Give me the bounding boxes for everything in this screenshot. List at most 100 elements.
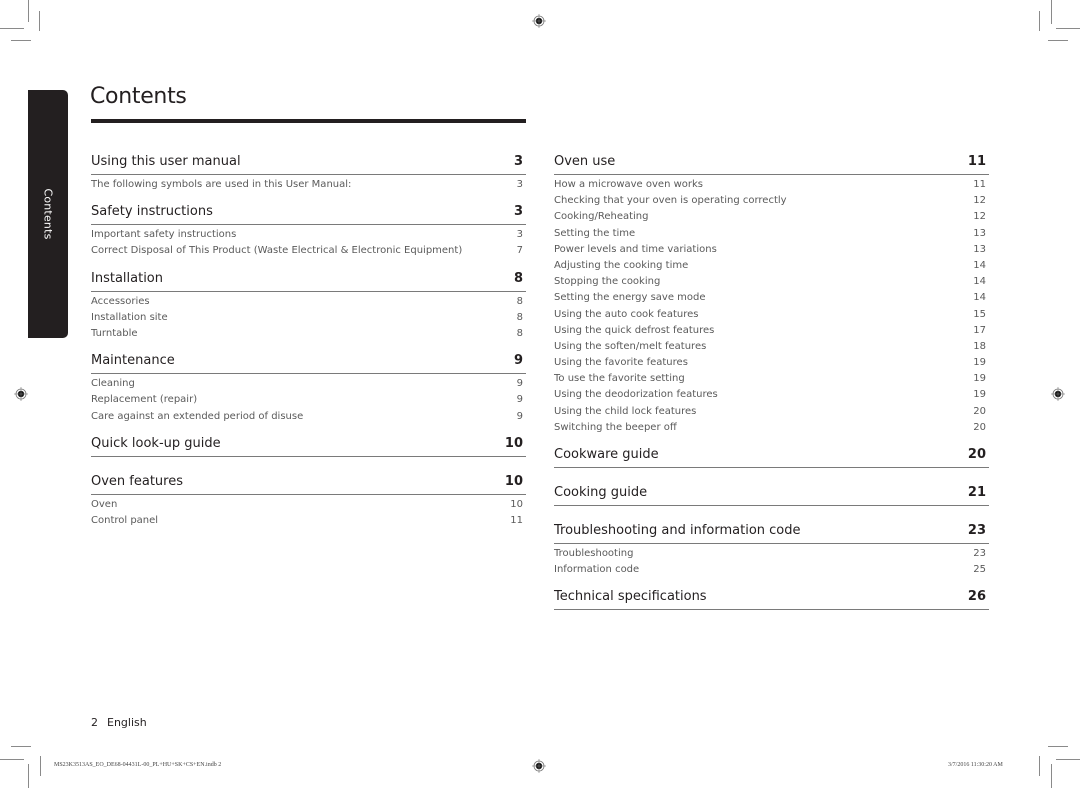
toc-section-heading[interactable]: Installation 8 (91, 269, 526, 292)
toc-section-heading[interactable]: Troubleshooting and information code 23 (554, 521, 989, 544)
entry-title: Correct Disposal of This Product (Waste … (91, 245, 463, 257)
toc-entry[interactable]: Information code 25 (554, 562, 989, 578)
page-title: Contents (90, 84, 187, 109)
toc-section-heading[interactable]: Oven features 10 (91, 472, 526, 495)
toc-entry[interactable]: Switching the beeper off 20 (554, 420, 989, 436)
entry-page-number: 15 (973, 308, 986, 320)
toc-entry[interactable]: Troubleshooting 23 (554, 546, 989, 562)
registration-mark-icon (532, 759, 546, 773)
toc-section-heading[interactable]: Safety instructions 3 (91, 202, 526, 226)
print-timestamp: 3/7/2016 11:30:20 AM (948, 762, 1003, 768)
entry-title: Turntable (91, 327, 138, 339)
crop-mark-top-left (39, 11, 40, 31)
section-title: Using this user manual (91, 154, 241, 169)
toc-entry[interactable]: How a microwave oven works 11 (554, 177, 989, 193)
entry-title: Information code (554, 564, 640, 576)
entry-title: Using the child lock features (554, 405, 697, 417)
entry-title: Adjusting the cooking time (554, 259, 689, 271)
page-number: 2 (91, 716, 98, 729)
toc-section-heading[interactable]: Using this user manual 3 (91, 152, 526, 175)
entry-page-number: 3 (516, 229, 523, 241)
toc-entry[interactable]: Important safety instructions 3 (91, 227, 526, 243)
entry-page-number: 14 (973, 276, 986, 288)
toc-section: Safety instructions 3 Important safety ins… (91, 202, 526, 259)
entry-page-number: 7 (516, 245, 523, 257)
crop-mark-bottom-right (1056, 759, 1080, 760)
toc-section: Troubleshooting and information code 23 Tr… (554, 521, 989, 578)
toc-entry[interactable]: Care against an extended period of disus… (91, 409, 526, 425)
toc-entry[interactable]: Using the soften/melt features 18 (554, 339, 989, 355)
entry-title: Using the soften/melt features (554, 340, 707, 352)
registration-mark-icon (14, 387, 28, 401)
toc-entry[interactable]: Using the quick defrost features 17 (554, 323, 989, 339)
toc-entry[interactable]: Using the deodorization features 19 (554, 387, 989, 403)
entry-title: Oven (91, 498, 118, 510)
toc-entry[interactable]: Setting the time 13 (554, 226, 989, 242)
section-page-number: 21 (967, 485, 986, 500)
crop-mark-bottom-right (1051, 764, 1052, 788)
section-title: Installation (91, 270, 164, 286)
entry-title: Important safety instructions (91, 229, 237, 241)
toc-entry[interactable]: Adjusting the cooking time 14 (554, 258, 989, 274)
entry-title: Using the auto cook features (554, 308, 699, 320)
toc-entry[interactable]: Control panel 11 (91, 513, 526, 529)
toc-entry[interactable]: The following symbols are used in this U… (91, 177, 526, 193)
crop-mark-bottom-right (1048, 746, 1068, 747)
toc-entry[interactable]: Replacement (repair) 9 (91, 392, 526, 408)
toc-section-heading[interactable]: Quick look-up guide 10 (91, 434, 526, 457)
toc-section-heading[interactable]: Maintenance 9 (91, 351, 526, 375)
side-tab-label: Contents (41, 188, 55, 240)
toc-entry[interactable]: Turntable 8 (91, 326, 526, 342)
entry-page-number: 8 (516, 311, 523, 323)
entry-page-number: 13 (973, 243, 986, 255)
entry-page-number: 10 (510, 498, 523, 510)
toc-entry[interactable]: Cooking/Reheating 12 (554, 209, 989, 225)
entry-title: Accessories (91, 295, 150, 307)
toc-entry[interactable]: Cleaning 9 (91, 376, 526, 392)
section-page-number: 11 (967, 154, 986, 169)
toc-entry[interactable]: Checking that your oven is operating cor… (554, 193, 989, 209)
toc-entry[interactable]: Stopping the cooking 14 (554, 274, 989, 290)
toc-section-heading[interactable]: Cooking guide 21 (554, 483, 989, 506)
toc-section-heading[interactable]: Technical specifications 26 (554, 587, 989, 611)
toc-left-column: Using this user manual 3 The following sym… (91, 152, 526, 538)
entry-title: Checking that your oven is operating cor… (554, 195, 787, 207)
toc-section: Oven features 10 Oven 10 Control panel 11 (91, 472, 526, 529)
entry-page-number: 14 (973, 259, 986, 271)
toc-entry[interactable]: Installation site 8 (91, 310, 526, 326)
toc-section-heading[interactable]: Cookware guide 20 (554, 445, 989, 468)
entry-title: Cooking/Reheating (554, 211, 649, 223)
side-tab-contents[interactable]: Contents (28, 90, 68, 338)
page-footer: 2 English (91, 716, 147, 729)
entry-page-number: 9 (516, 410, 523, 422)
entry-page-number: 19 (973, 389, 986, 401)
crop-mark-bottom-right (1039, 756, 1040, 776)
section-page-number: 3 (513, 154, 523, 169)
toc-entry[interactable]: Setting the energy save mode 14 (554, 290, 989, 306)
entry-page-number: 20 (973, 405, 986, 417)
entry-page-number: 11 (973, 179, 986, 190)
toc-entry[interactable]: Correct Disposal of This Product (Waste … (91, 243, 526, 259)
crop-mark-top-left (11, 40, 31, 41)
crop-mark-bottom-left (11, 746, 31, 747)
toc-entry[interactable]: Accessories 8 (91, 294, 526, 310)
toc-entry[interactable]: Power levels and time variations 13 (554, 242, 989, 258)
entry-page-number: 8 (516, 327, 523, 339)
entry-title: The following symbols are used in this U… (91, 179, 352, 190)
toc-entry[interactable]: To use the favorite setting 19 (554, 371, 989, 387)
footer-language: English (107, 716, 147, 729)
registration-mark-icon (532, 14, 546, 28)
toc-entry[interactable]: Using the favorite features 19 (554, 355, 989, 371)
entry-title: Setting the energy save mode (554, 292, 706, 304)
section-page-number: 23 (967, 523, 986, 538)
toc-entry[interactable]: Using the child lock features 20 (554, 404, 989, 420)
toc-section-heading[interactable]: Oven use 11 (554, 152, 989, 175)
section-page-number: 3 (513, 204, 523, 220)
section-page-number: 10 (504, 473, 523, 489)
toc-entry[interactable]: Oven 10 (91, 497, 526, 513)
entry-page-number: 13 (973, 227, 986, 239)
crop-mark-bottom-left (0, 759, 24, 760)
entry-title: Control panel (91, 514, 159, 526)
toc-entry[interactable]: Using the auto cook features 15 (554, 307, 989, 323)
toc-section: Technical specifications 26 (554, 587, 989, 611)
